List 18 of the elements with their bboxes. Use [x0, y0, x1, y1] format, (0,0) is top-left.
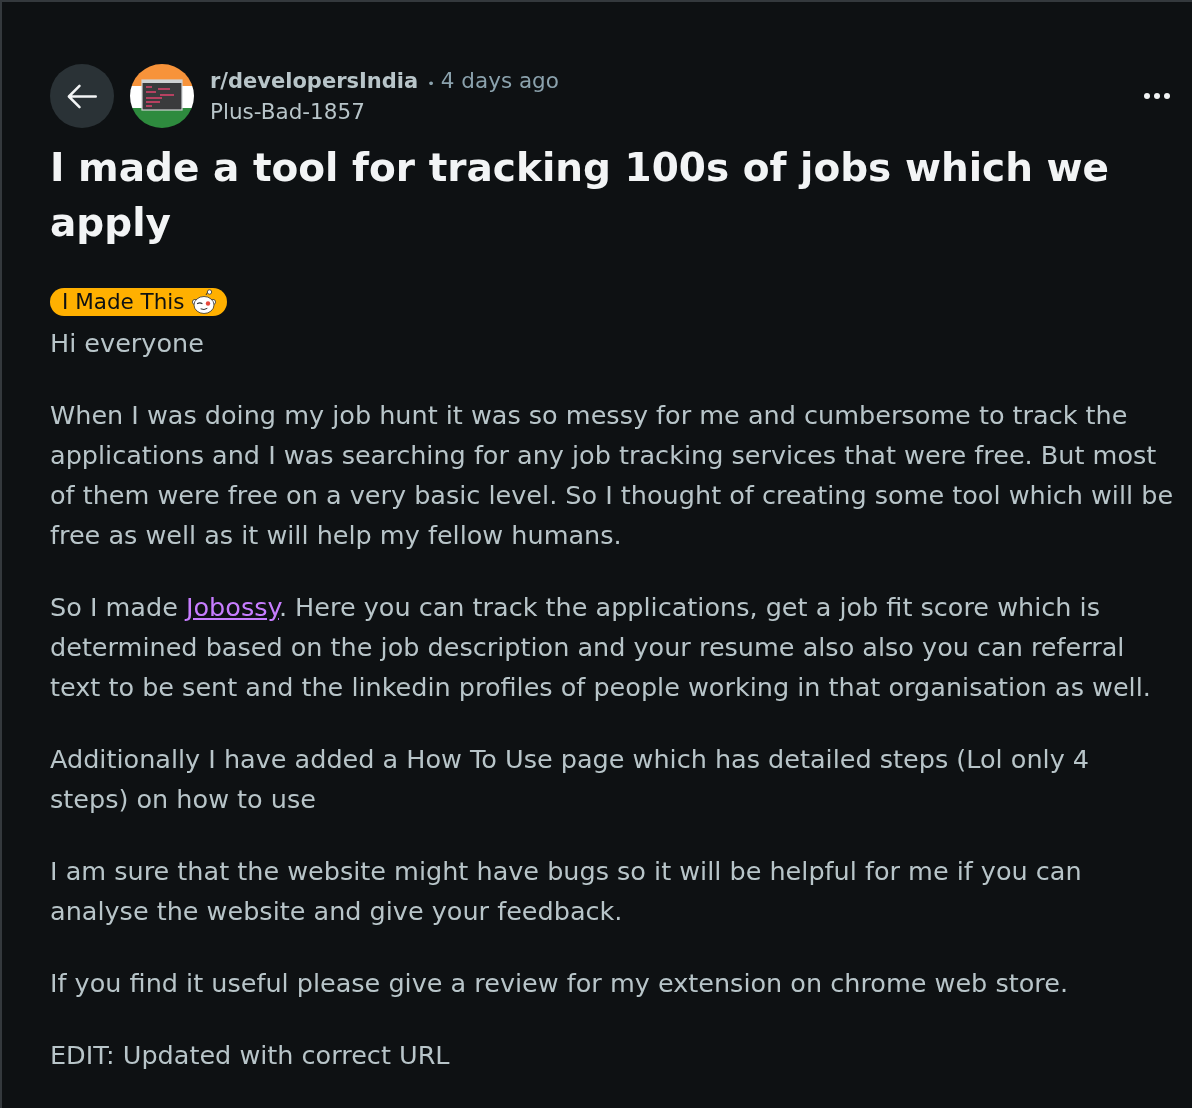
flair-label: I Made This	[62, 288, 185, 316]
body-paragraph: So I made Jobossy. Here you can track the applications, get a job fit score which is determined based on the job description and your resume also also you can referral text to be sent and the linkedin profiles of people working in that organisation as well.	[50, 591, 1152, 704]
separator-dot: •	[427, 75, 435, 91]
subreddit-link[interactable]: r/developersIndia	[210, 66, 419, 95]
body-paragraph: I am sure that the website might have bugs so it will be helpful for me if you can analyse the website and give your feedback.	[50, 855, 1083, 928]
post-time: 4 days ago	[440, 66, 559, 95]
community-avatar-icon	[130, 64, 194, 128]
body-paragraph: Hi everyone	[50, 327, 205, 360]
body-paragraph: Additionally I have added a How To Use page which has detailed steps (Lol only 4 steps) on how to use	[50, 743, 1091, 816]
post-title: I made a tool for tracking 100s of jobs which we apply	[50, 144, 1111, 247]
inline-link[interactable]: Jobossy	[185, 592, 279, 622]
body-paragraph: When I was doing my job hunt it was so messy for me and cumbersome to track the applications and I was searching for any job tracking services that were free. But most of them were free on a very basic level. So I thought of creating some tool which will be free as well as it will help my fellow humans.	[50, 399, 1174, 552]
winking-face-icon	[190, 289, 217, 315]
back-arrow-icon	[67, 83, 97, 109]
body-paragraph: EDIT: Updated with correct URL	[50, 1039, 451, 1072]
more-options-icon	[1144, 93, 1170, 99]
body-paragraph: If you find it useful please give a review for my extension on chrome web store.	[50, 967, 1069, 1000]
author-name[interactable]: Plus-Bad-1857	[210, 97, 365, 126]
